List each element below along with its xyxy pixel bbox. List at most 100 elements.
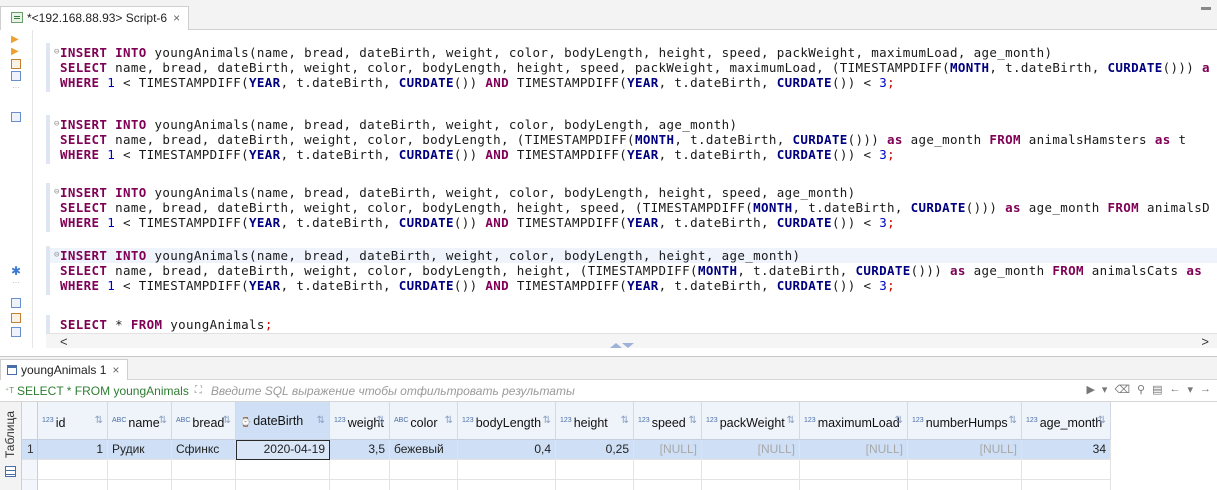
code-line[interactable]: SELECT name, bread, dateBirth, weight, c… [60, 200, 1210, 215]
forward-arrow-icon[interactable]: → [1200, 383, 1211, 396]
code-token: CURDATE [792, 132, 848, 147]
sort-filter-icon[interactable]: ⇅ [223, 402, 231, 439]
load-plan-icon[interactable] [11, 71, 21, 81]
execute-script-icon[interactable]: ▶ [11, 47, 21, 57]
code-line[interactable]: INSERT INTO youngAnimals(name, bread, da… [60, 248, 800, 263]
code-token: name, bread, dateBirth, weight, color, b… [115, 263, 698, 278]
code-area[interactable]: ⊖ INSERT INTO youngAnimals(name, bread, d… [46, 30, 1217, 348]
column-header-color[interactable]: ABC color ⇅ [390, 402, 458, 440]
code-line[interactable]: SELECT name, bread, dateBirth, weight, c… [60, 60, 1210, 75]
sort-filter-icon[interactable]: ⇅ [377, 402, 385, 439]
column-header-bread[interactable]: ABC bread ⇅ [172, 402, 236, 440]
code-line[interactable]: WHERE 1 < TIMESTAMPDIFF(YEAR, t.dateBirt… [60, 278, 895, 293]
sort-filter-icon[interactable]: ⇅ [1009, 402, 1017, 439]
fold-toggle[interactable]: ⊖ [54, 117, 59, 132]
sort-filter-icon[interactable]: ⇅ [159, 402, 167, 439]
grid-cell-bread[interactable]: Сфинкс [172, 440, 236, 460]
scroll-left-button[interactable]: < [60, 334, 68, 349]
code-line[interactable]: WHERE 1 < TIMESTAMPDIFF(YEAR, t.dateBirt… [60, 215, 895, 230]
sort-filter-icon[interactable]: ⇅ [1098, 402, 1106, 439]
save-file-icon[interactable] [11, 313, 21, 323]
type-badge: 123 [560, 417, 572, 424]
grid-view-icon[interactable] [5, 466, 16, 477]
code-line[interactable]: INSERT INTO youngAnimals(name, bread, da… [60, 185, 855, 200]
grid-cell-bodyLength[interactable]: 0,4 [458, 440, 556, 460]
save-filter-icon[interactable]: ▤ [1152, 383, 1162, 396]
close-icon[interactable]: × [173, 11, 180, 25]
results-tab[interactable]: youngAnimals 1 × [0, 359, 129, 381]
code-token: as [887, 132, 911, 147]
open-file-icon[interactable] [11, 327, 21, 337]
column-header-dateBirth[interactable]: ⌚ dateBirth ⇅ [236, 402, 330, 440]
filter-input[interactable]: Введите SQL выражение чтобы отфильтроват… [211, 384, 575, 398]
empty-cell [172, 460, 236, 480]
grid-cell-age_month[interactable]: 34 [1022, 440, 1111, 460]
sort-filter-icon[interactable]: ⇅ [787, 402, 795, 439]
expand-icon[interactable]: ⛶ [195, 385, 207, 396]
grid-cell-numberHumps[interactable]: [NULL] [908, 440, 1022, 460]
code-token: age_month [1028, 200, 1108, 215]
grid-cell-id[interactable]: 1 [38, 440, 108, 460]
column-header-height[interactable]: 123 height ⇅ [556, 402, 634, 440]
sort-filter-icon[interactable]: ⇅ [317, 402, 325, 439]
column-header-id[interactable]: 123 id ⇅ [38, 402, 108, 440]
terminal-icon[interactable] [11, 112, 21, 122]
grid-corner[interactable] [22, 402, 38, 440]
table-row[interactable]: 1 1 Рудик Сфинкс 2020-04-19 3,5 бежевый 0,4 0,25… [22, 440, 1111, 460]
grid-cell-dateBirth[interactable]: 2020-04-19 [236, 440, 330, 460]
grid-cell-maximumLoad[interactable]: [NULL] [800, 440, 908, 460]
results-grid[interactable]: 123 id ⇅ ABC name ⇅ ABC bread ⇅ ⌚ dateBirth ⇅ 123 wei… [22, 402, 1217, 490]
sort-filter-icon[interactable]: ⇅ [621, 402, 629, 439]
code-line[interactable]: WHERE 1 < TIMESTAMPDIFF(YEAR, t.dateBirt… [60, 147, 895, 162]
minimize-icon[interactable]: ▬ [1201, 2, 1211, 13]
code-line[interactable]: SELECT name, bread, dateBirth, weight, c… [60, 263, 1202, 278]
grid-cell-color[interactable]: бежевый [390, 440, 458, 460]
execute-statement-icon[interactable]: ▶ [11, 35, 21, 45]
grid-cell-weight[interactable]: 3,5 [330, 440, 390, 460]
column-header-bodyLength[interactable]: 123 bodyLength ⇅ [458, 402, 556, 440]
sort-filter-icon[interactable]: ⇅ [689, 402, 697, 439]
sort-filter-icon[interactable]: ⇅ [895, 402, 903, 439]
column-header-maximumLoad[interactable]: 123 maximumLoad ⇅ [800, 402, 908, 440]
scroll-right-button[interactable]: > [1201, 334, 1209, 349]
fold-toggle[interactable]: ⊖ [54, 185, 59, 200]
column-header-age_month[interactable]: 123 age_month ⇅ [1022, 402, 1111, 440]
empty-cell [800, 460, 908, 480]
grid-cell-packWeight[interactable]: [NULL] [702, 440, 800, 460]
back-arrow-icon[interactable]: ← [1169, 383, 1180, 396]
column-header-packWeight[interactable]: 123 packWeight ⇅ [702, 402, 800, 440]
row-number[interactable]: 1 [22, 440, 38, 460]
grid-cell-name[interactable]: Рудик [108, 440, 172, 460]
sql-editor[interactable]: ▶ ▶ ··· ✱ ··· ⊖ INSERT INTO youngAnimals(… [0, 30, 1217, 356]
filter-icon[interactable]: ⚲ [1137, 383, 1145, 396]
column-header-numberHumps[interactable]: 123 numberHumps ⇅ [908, 402, 1022, 440]
eraser-icon[interactable]: ⌫ [1114, 383, 1130, 396]
grid-cell-speed[interactable]: [NULL] [634, 440, 702, 460]
code-line[interactable]: INSERT INTO youngAnimals(name, bread, da… [60, 117, 737, 132]
close-icon[interactable]: × [112, 363, 119, 377]
column-header-name[interactable]: ABC name ⇅ [108, 402, 172, 440]
code-token: age_month [973, 263, 1053, 278]
code-line[interactable]: SELECT * FROM youngAnimals; [60, 317, 273, 332]
play-icon[interactable]: ▶ [1086, 383, 1094, 396]
type-badge: 123 [706, 417, 718, 424]
fold-toggle[interactable]: ⊖ [54, 248, 59, 263]
fold-toggle[interactable]: ⊖ [54, 45, 59, 60]
grid-cell-height[interactable]: 0,25 [556, 440, 634, 460]
sort-filter-icon[interactable]: ⇅ [543, 402, 551, 439]
gear-icon[interactable]: ✱ [11, 265, 21, 277]
column-header-weight[interactable]: 123 weight ⇅ [330, 402, 390, 440]
sort-filter-icon[interactable]: ⇅ [95, 402, 103, 439]
code-line[interactable]: WHERE 1 < TIMESTAMPDIFF(YEAR, t.dateBirt… [60, 75, 895, 90]
export-icon[interactable] [11, 298, 21, 308]
code-line[interactable]: SELECT name, bread, dateBirth, weight, c… [60, 132, 1186, 147]
panel-splitter-handle[interactable] [610, 343, 634, 351]
dropdown-icon[interactable]: ▾ [1102, 383, 1108, 396]
explain-plan-icon[interactable] [11, 59, 21, 69]
column-header-speed[interactable]: 123 speed ⇅ [634, 402, 702, 440]
sort-filter-icon[interactable]: ⇅ [445, 402, 453, 439]
dropdown-icon[interactable]: ▾ [1187, 383, 1193, 396]
editor-tab-script[interactable]: *<192.168.88.93> Script-6 × [0, 6, 190, 30]
code-line[interactable]: INSERT INTO youngAnimals(name, bread, da… [60, 45, 1052, 60]
side-tab-table[interactable]: Таблица [3, 408, 19, 460]
